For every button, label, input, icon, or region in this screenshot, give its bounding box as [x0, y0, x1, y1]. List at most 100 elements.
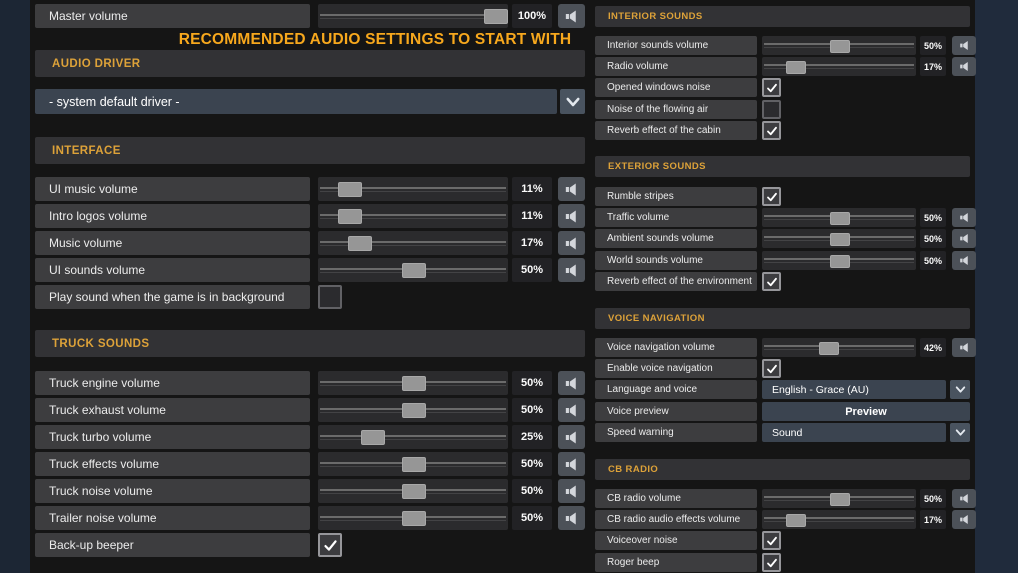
- volume-value: 50%: [512, 258, 552, 282]
- slider-thumb[interactable]: [361, 430, 385, 445]
- music-volume-slider[interactable]: [318, 231, 508, 255]
- slider-thumb[interactable]: [338, 182, 362, 197]
- speaker-mute-button[interactable]: [558, 204, 585, 228]
- reverb-effect-of-the-environment-checkbox[interactable]: [762, 272, 781, 291]
- dropdown-selected-value: Sound: [772, 426, 803, 439]
- slider-thumb[interactable]: [402, 403, 426, 418]
- setting-label: Ambient sounds volume: [607, 233, 714, 244]
- master-volume-slider[interactable]: [318, 4, 508, 28]
- volume-value: 50%: [920, 36, 946, 55]
- volume-value: 50%: [512, 398, 552, 422]
- slider-thumb[interactable]: [819, 342, 839, 355]
- speaker-mute-button[interactable]: [952, 36, 976, 55]
- cb-radio-volume-slider[interactable]: [762, 489, 916, 508]
- play-sound-when-the-game-is-in-background-checkbox[interactable]: [318, 285, 342, 309]
- slider-thumb[interactable]: [348, 236, 372, 251]
- left-settings-column: RECOMMENDED AUDIO SETTINGS TO START WITH…: [35, 0, 585, 573]
- language-and-voice-dropdown-open-button[interactable]: [950, 380, 970, 399]
- radio-volume-slider[interactable]: [762, 57, 916, 76]
- speaker-mute-button[interactable]: [558, 452, 585, 476]
- enable-voice-navigation-checkbox[interactable]: [762, 359, 781, 378]
- roger-beep-checkbox[interactable]: [762, 553, 781, 572]
- speaker-mute-button[interactable]: [952, 57, 976, 76]
- check-icon: [766, 277, 777, 286]
- setting-label-box-music-volume: Music volume: [35, 231, 310, 255]
- speaker-mute-button[interactable]: [952, 510, 976, 529]
- slider-thumb[interactable]: [484, 9, 508, 24]
- trailer-noise-volume-slider[interactable]: [318, 506, 508, 530]
- slider-thumb[interactable]: [338, 209, 362, 224]
- section-header-label: EXTERIOR SOUNDS: [608, 161, 706, 172]
- slider-thumb[interactable]: [830, 493, 850, 506]
- slider-thumb[interactable]: [830, 255, 850, 268]
- ui-music-volume-slider[interactable]: [318, 177, 508, 201]
- audio-driver-dropdown[interactable]: - system default driver -: [35, 89, 557, 114]
- slider-thumb[interactable]: [830, 212, 850, 225]
- speaker-mute-button[interactable]: [952, 208, 976, 227]
- noise-of-the-flowing-air-checkbox[interactable]: [762, 100, 781, 119]
- speaker-mute-button[interactable]: [558, 258, 585, 282]
- volume-value: 25%: [512, 425, 552, 449]
- speaker-icon: [565, 237, 576, 249]
- voice-navigation-volume-slider[interactable]: [762, 338, 916, 357]
- speaker-mute-button[interactable]: [558, 479, 585, 503]
- opened-windows-noise-checkbox[interactable]: [762, 78, 781, 97]
- truck-noise-volume-slider[interactable]: [318, 479, 508, 503]
- speed-warning-dropdown-open-button[interactable]: [950, 423, 970, 442]
- slider-track-line: [320, 18, 506, 19]
- speed-warning-dropdown[interactable]: Sound: [762, 423, 946, 442]
- slider-thumb[interactable]: [402, 484, 426, 499]
- speaker-icon: [565, 485, 576, 497]
- speaker-mute-button[interactable]: [952, 251, 976, 270]
- setting-label: CB radio volume: [607, 493, 681, 504]
- intro-logos-volume-slider[interactable]: [318, 204, 508, 228]
- speaker-mute-button[interactable]: [952, 229, 976, 248]
- section-header-audio-driver: AUDIO DRIVER: [35, 50, 585, 77]
- slider-thumb[interactable]: [830, 233, 850, 246]
- speaker-icon: [959, 233, 968, 244]
- traffic-volume-slider[interactable]: [762, 208, 916, 227]
- slider-thumb[interactable]: [402, 263, 426, 278]
- slider-thumb[interactable]: [830, 40, 850, 53]
- speaker-mute-button[interactable]: [952, 338, 976, 357]
- reverb-effect-of-the-cabin-checkbox[interactable]: [762, 121, 781, 140]
- slider-track-line: [764, 345, 914, 347]
- voiceover-noise-checkbox[interactable]: [762, 531, 781, 550]
- speaker-icon: [959, 514, 968, 525]
- interior-sounds-volume-slider[interactable]: [762, 36, 916, 55]
- slider-thumb[interactable]: [786, 514, 806, 527]
- volume-value: 42%: [920, 338, 946, 357]
- slider-thumb[interactable]: [402, 457, 426, 472]
- preview-button[interactable]: Preview: [762, 402, 970, 421]
- ui-sounds-volume-slider[interactable]: [318, 258, 508, 282]
- speaker-mute-button[interactable]: [952, 489, 976, 508]
- speaker-icon: [959, 212, 968, 223]
- ambient-sounds-volume-slider[interactable]: [762, 229, 916, 248]
- truck-turbo-volume-slider[interactable]: [318, 425, 508, 449]
- speaker-icon: [565, 183, 576, 195]
- section-header-label: VOICE NAVIGATION: [608, 313, 705, 324]
- rumble-stripes-checkbox[interactable]: [762, 187, 781, 206]
- setting-label-box-back-up-beeper: Back-up beeper: [35, 533, 310, 557]
- truck-exhaust-volume-slider[interactable]: [318, 398, 508, 422]
- truck-effects-volume-slider[interactable]: [318, 452, 508, 476]
- slider-thumb[interactable]: [402, 511, 426, 526]
- speaker-mute-button[interactable]: [558, 231, 585, 255]
- speaker-mute-button[interactable]: [558, 425, 585, 449]
- back-up-beeper-checkbox[interactable]: [318, 533, 342, 557]
- cb-radio-audio-effects-volume-slider[interactable]: [762, 510, 916, 529]
- setting-label-box-speed-warning: Speed warning: [595, 423, 757, 442]
- speaker-mute-button[interactable]: [558, 371, 585, 395]
- speaker-mute-button[interactable]: [558, 506, 585, 530]
- slider-thumb[interactable]: [786, 61, 806, 74]
- setting-label: Play sound when the game is in backgroun…: [49, 290, 285, 304]
- speaker-mute-button[interactable]: [558, 177, 585, 201]
- speaker-mute-button[interactable]: [558, 398, 585, 422]
- audio-driver-dropdown-open-button[interactable]: [560, 89, 585, 114]
- truck-engine-volume-slider[interactable]: [318, 371, 508, 395]
- speaker-mute-button[interactable]: [558, 4, 585, 28]
- slider-thumb[interactable]: [402, 376, 426, 391]
- language-and-voice-dropdown[interactable]: English - Grace (AU): [762, 380, 946, 399]
- world-sounds-volume-slider[interactable]: [762, 251, 916, 270]
- speaker-icon: [565, 404, 576, 416]
